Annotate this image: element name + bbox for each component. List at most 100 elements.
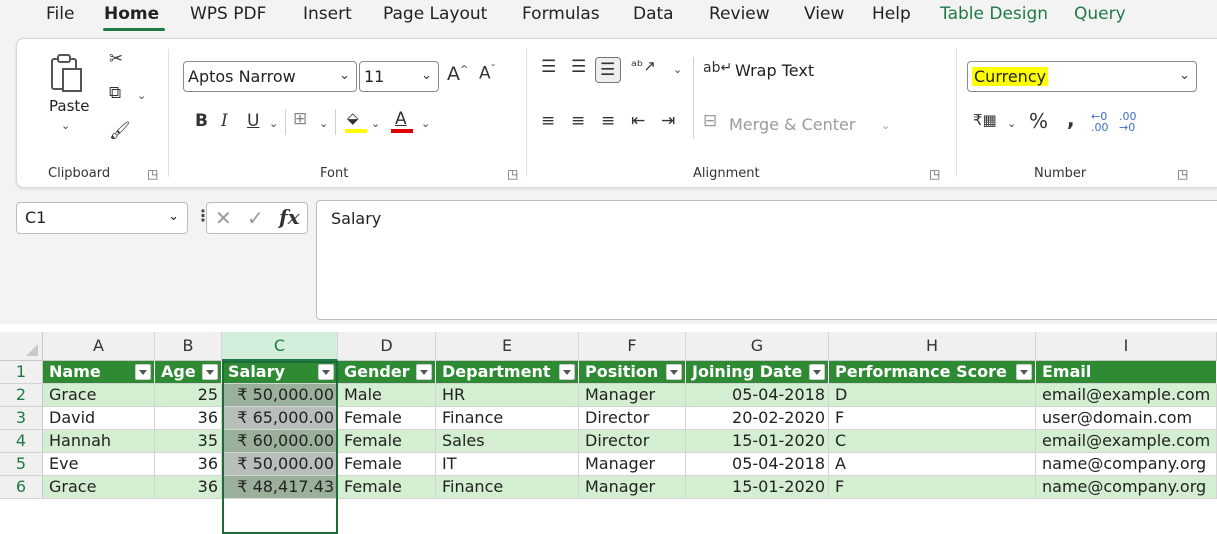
cell-gender[interactable]: Female: [338, 453, 436, 476]
cell-name[interactable]: Grace: [43, 384, 155, 407]
header-cell-salary[interactable]: Salary: [222, 361, 338, 384]
tab-formulas[interactable]: Formulas: [522, 4, 600, 24]
cell-age[interactable]: 36: [155, 407, 222, 430]
alignment-launcher-icon[interactable]: ◳: [929, 167, 940, 181]
font-size-select[interactable]: 11 ⌄: [359, 61, 439, 92]
cut-icon[interactable]: ✂: [109, 51, 123, 68]
cell-department[interactable]: IT: [436, 453, 579, 476]
cell-name[interactable]: Eve: [43, 453, 155, 476]
filter-dropdown-icon[interactable]: [318, 364, 334, 380]
cell-position[interactable]: Manager: [579, 476, 686, 499]
filter-dropdown-icon[interactable]: [135, 364, 151, 380]
cell-salary[interactable]: ₹ 65,000.00: [222, 407, 338, 430]
number-launcher-icon[interactable]: ◳: [1177, 167, 1188, 181]
name-box[interactable]: C1 ⌄: [16, 202, 188, 234]
column-header-g[interactable]: G: [686, 332, 829, 361]
column-header-b[interactable]: B: [155, 332, 222, 361]
increase-font-size-icon[interactable]: A^: [447, 65, 468, 84]
tab-wps-pdf[interactable]: WPS PDF: [190, 4, 266, 24]
cell-performance-score[interactable]: A: [829, 453, 1036, 476]
decrease-font-size-icon[interactable]: Aˇ: [479, 65, 496, 83]
cell-joining-date[interactable]: 05-04-2018: [686, 384, 829, 407]
cell-department[interactable]: Finance: [436, 476, 579, 499]
decrease-indent-icon[interactable]: ⇤: [631, 113, 645, 130]
number-format-select[interactable]: Currency ⌄: [967, 61, 1197, 92]
accounting-chevron-icon[interactable]: ⌄: [1007, 117, 1016, 130]
accounting-format-icon[interactable]: ₹▦: [973, 113, 997, 128]
fill-color-chevron-icon[interactable]: ⌄: [371, 117, 380, 130]
filter-dropdown-icon[interactable]: [416, 364, 432, 380]
tab-data[interactable]: Data: [633, 4, 674, 24]
cell-email[interactable]: email@example.com: [1036, 430, 1217, 453]
row-header-4[interactable]: 4: [0, 430, 43, 453]
formula-input[interactable]: Salary: [316, 200, 1217, 320]
column-header-e[interactable]: E: [436, 332, 579, 361]
cell-age[interactable]: 25: [155, 384, 222, 407]
cell-department[interactable]: HR: [436, 384, 579, 407]
decrease-decimal-icon[interactable]: .00 →0: [1119, 111, 1137, 133]
align-top-icon[interactable]: ☰: [541, 59, 556, 76]
font-launcher-icon[interactable]: ◳: [507, 167, 518, 181]
row-header-5[interactable]: 5: [0, 453, 43, 476]
align-middle-icon[interactable]: ☰: [571, 59, 586, 76]
cell-position[interactable]: Manager: [579, 453, 686, 476]
row-header-2[interactable]: 2: [0, 384, 43, 407]
cell-joining-date[interactable]: 20-02-2020: [686, 407, 829, 430]
align-left-icon[interactable]: ≡: [541, 113, 555, 130]
cell-position[interactable]: Manager: [579, 384, 686, 407]
tab-home[interactable]: Home: [104, 4, 159, 24]
cell-email[interactable]: user@domain.com: [1036, 407, 1217, 430]
tab-file[interactable]: File: [46, 4, 74, 24]
align-center-icon[interactable]: ≡: [571, 113, 585, 130]
fill-color-button[interactable]: ⬙: [343, 109, 369, 137]
cell-salary[interactable]: ₹ 50,000.00: [222, 384, 338, 407]
font-color-chevron-icon[interactable]: ⌄: [421, 117, 430, 130]
tab-page-layout[interactable]: Page Layout: [383, 4, 487, 24]
cell-name[interactable]: David: [43, 407, 155, 430]
select-all-button[interactable]: [0, 332, 43, 361]
increase-indent-icon[interactable]: ⇥: [661, 113, 675, 130]
cell-gender[interactable]: Male: [338, 384, 436, 407]
copy-chevron-icon[interactable]: ⌄: [137, 89, 146, 102]
column-header-h[interactable]: H: [829, 332, 1036, 361]
enter-icon[interactable]: ✓: [247, 208, 264, 228]
cell-gender[interactable]: Female: [338, 407, 436, 430]
align-right-icon[interactable]: ≡: [601, 113, 615, 130]
percent-style-icon[interactable]: %: [1029, 111, 1048, 131]
cancel-icon[interactable]: ✕: [215, 208, 232, 228]
tab-view[interactable]: View: [804, 4, 844, 24]
font-color-button[interactable]: A: [389, 109, 415, 137]
row-header-6[interactable]: 6: [0, 476, 43, 499]
borders-icon[interactable]: ⊞: [293, 111, 307, 128]
italic-icon[interactable]: I: [221, 113, 228, 130]
cell-department[interactable]: Finance: [436, 407, 579, 430]
cell-salary[interactable]: ₹ 48,417.43: [222, 476, 338, 499]
header-cell-joining-date[interactable]: Joining Date: [686, 361, 829, 384]
cell-gender[interactable]: Female: [338, 430, 436, 453]
cell-performance-score[interactable]: F: [829, 407, 1036, 430]
header-cell-department[interactable]: Department: [436, 361, 579, 384]
tab-review[interactable]: Review: [709, 4, 770, 24]
cell-age[interactable]: 36: [155, 453, 222, 476]
cell-position[interactable]: Director: [579, 407, 686, 430]
orientation-icon[interactable]: ᵃᵇ↗: [631, 59, 656, 74]
cell-name[interactable]: Grace: [43, 476, 155, 499]
header-cell-gender[interactable]: Gender: [338, 361, 436, 384]
filter-dropdown-icon[interactable]: [202, 364, 218, 380]
cell-performance-score[interactable]: C: [829, 430, 1036, 453]
tab-insert[interactable]: Insert: [303, 4, 352, 24]
paste-button[interactable]: Paste ⌄: [37, 53, 97, 143]
cell-performance-score[interactable]: F: [829, 476, 1036, 499]
cell-email[interactable]: name@company.org: [1036, 476, 1217, 499]
merge-center-button[interactable]: ⊟ Merge & Center ⌄: [703, 113, 903, 139]
format-painter-icon[interactable]: 🖌: [109, 123, 131, 140]
column-header-c[interactable]: C: [222, 332, 338, 361]
cell-joining-date[interactable]: 15-01-2020: [686, 476, 829, 499]
cell-joining-date[interactable]: 15-01-2020: [686, 430, 829, 453]
cell-name[interactable]: Hannah: [43, 430, 155, 453]
filter-dropdown-icon[interactable]: [1016, 364, 1032, 380]
filter-dropdown-icon[interactable]: [809, 364, 825, 380]
row-header-1[interactable]: 1: [0, 361, 43, 384]
cell-salary[interactable]: ₹ 60,000.00: [222, 430, 338, 453]
wrap-text-button[interactable]: ab↵ Wrap Text: [703, 59, 863, 85]
